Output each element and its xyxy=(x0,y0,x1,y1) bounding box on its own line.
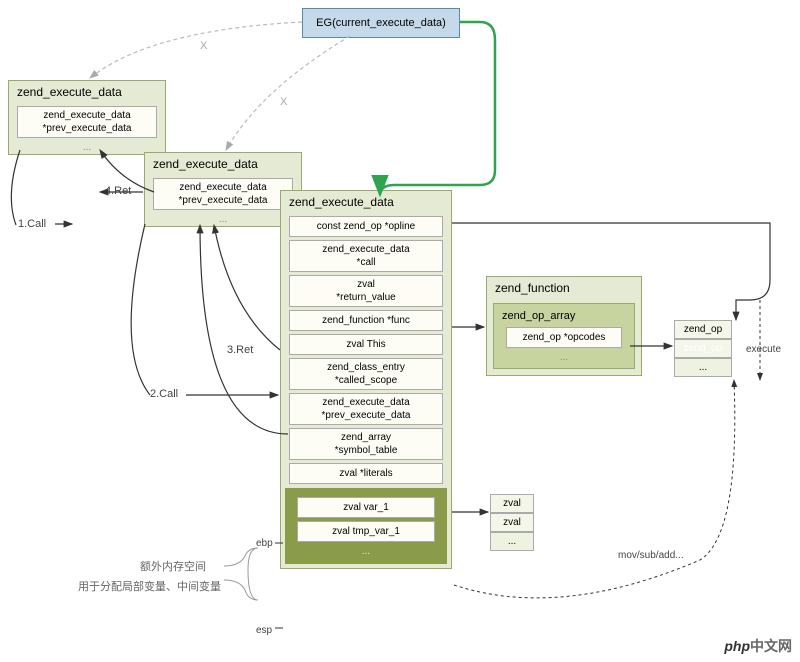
zvals-stack: zval zval ... xyxy=(490,494,534,551)
zed1-field-prev: zend_execute_data *prev_execute_data xyxy=(17,106,157,138)
zval-2: ... xyxy=(490,532,534,551)
zop-0: zend_op xyxy=(674,320,732,339)
zfunc-opcodes: zend_op *opcodes xyxy=(506,327,622,348)
label-ret3: 3.Ret xyxy=(227,344,253,356)
label-extra2: 用于分配局部变量、中间变量 xyxy=(78,578,221,594)
zop-2: ... xyxy=(674,358,732,377)
zed3-func: zend_function *func xyxy=(289,310,443,331)
watermark-php: php xyxy=(724,638,750,654)
watermark: php中文网 xyxy=(720,634,796,658)
watermark-cn: 中文网 xyxy=(750,638,792,654)
zed3-call: zend_execute_data *call xyxy=(289,240,443,272)
zfunc-ell: ... xyxy=(498,351,630,364)
zed2-field-prev: zend_execute_data *prev_execute_data xyxy=(153,178,293,210)
zed3-retval: zval *return_value xyxy=(289,275,443,307)
zops-stack: zend_op zend_op ... xyxy=(674,320,732,377)
zed3-box: zend_execute_data const zend_op *opline … xyxy=(280,190,452,569)
zed3-varblock: zval var_1 zval tmp_var_1 ... xyxy=(285,488,447,564)
zed3-this: zval This xyxy=(289,334,443,355)
zfunc-box: zend_function zend_op_array zend_op *opc… xyxy=(486,276,642,376)
label-ebp: ebp xyxy=(256,538,273,549)
zfunc-oparray-box: zend_op_array zend_op *opcodes ... xyxy=(493,303,635,369)
zed1-box: zend_execute_data zend_execute_data *pre… xyxy=(8,80,166,155)
zval-1: zval xyxy=(490,513,534,532)
zval-0: zval xyxy=(490,494,534,513)
label-execute: execute xyxy=(746,344,781,355)
zed3-literals: zval *literals xyxy=(289,463,443,484)
zed3-prev: zend_execute_data *prev_execute_data xyxy=(289,393,443,425)
label-call1: 1.Call xyxy=(18,218,46,230)
eg-label: EG(current_execute_data) xyxy=(316,17,446,29)
zed2-title: zend_execute_data xyxy=(145,153,301,175)
zed3-symtab: zend_array *symbol_table xyxy=(289,428,443,460)
zed2-box: zend_execute_data zend_execute_data *pre… xyxy=(144,152,302,227)
zop-1: zend_op xyxy=(674,339,732,358)
zed3-var-ell: ... xyxy=(289,545,443,558)
label-call2: 2.Call xyxy=(150,388,178,400)
zed3-scope: zend_class_entry *called_scope xyxy=(289,358,443,390)
zed1-title: zend_execute_data xyxy=(9,81,165,103)
zed3-title: zend_execute_data xyxy=(281,191,451,213)
label-extra1: 额外内存空间 xyxy=(140,558,206,574)
zed3-var1: zval var_1 xyxy=(297,497,435,518)
zfunc-title: zend_function xyxy=(487,277,641,299)
label-x1: X xyxy=(200,40,207,52)
zfunc-oparray-title: zend_op_array xyxy=(498,308,630,324)
label-movsub: mov/sub/add... xyxy=(618,550,684,561)
zed2-ell: ... xyxy=(145,213,301,226)
label-ret4: 4.Ret xyxy=(105,185,131,197)
label-esp: esp xyxy=(256,625,272,636)
zed1-ell: ... xyxy=(9,141,165,154)
zed3-tmpvar1: zval tmp_var_1 xyxy=(297,521,435,542)
zed3-opline: const zend_op *opline xyxy=(289,216,443,237)
eg-box: EG(current_execute_data) xyxy=(302,8,460,38)
label-x2: X xyxy=(280,96,287,108)
